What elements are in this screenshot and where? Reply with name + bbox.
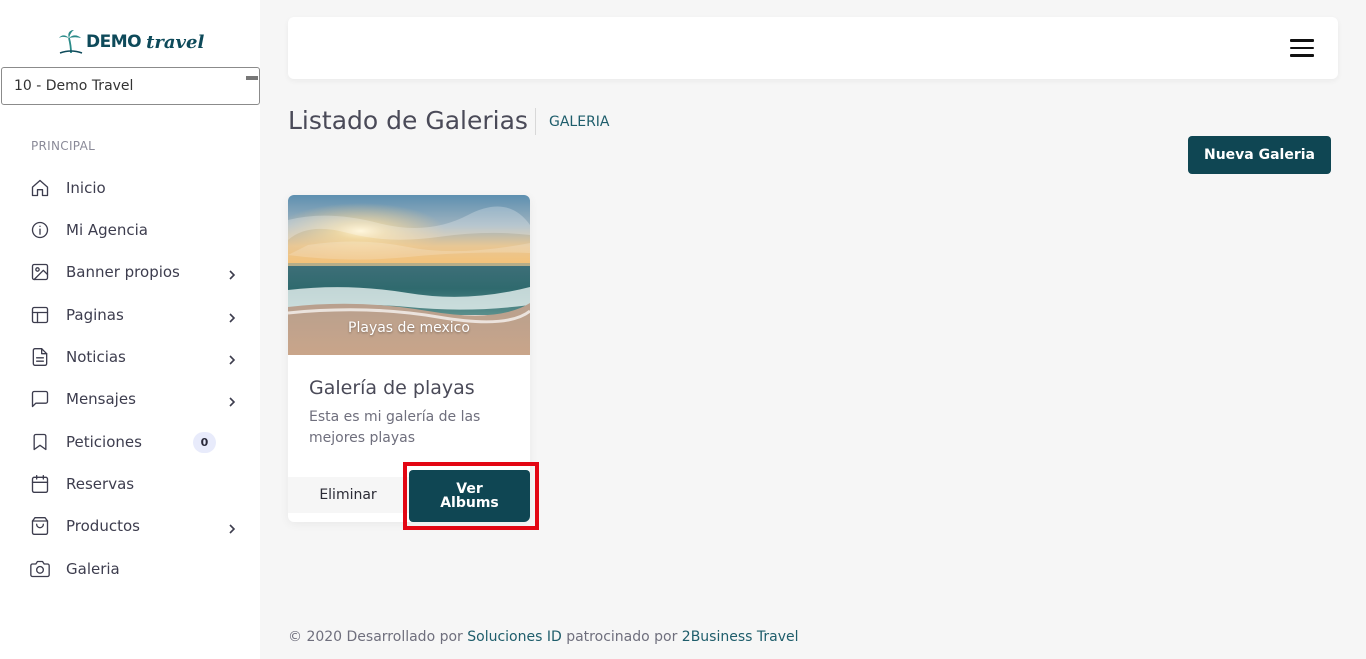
top-bar	[288, 17, 1338, 79]
sidebar-item-label: Galeria	[66, 560, 120, 578]
sidebar-item-label: Noticias	[66, 348, 126, 366]
logo[interactable]: DEMO travel	[58, 28, 204, 56]
message-icon	[30, 389, 50, 409]
chevron-right-icon	[226, 309, 238, 323]
sidebar-item-label: Paginas	[66, 306, 124, 324]
chevron-right-icon	[226, 351, 238, 365]
peticiones-count-badge: 0	[193, 431, 216, 453]
sidebar-item-reservas[interactable]: Reservas	[0, 466, 260, 502]
chevron-right-icon	[226, 393, 238, 407]
gallery-image-caption: Playas de mexico	[348, 320, 470, 336]
sidebar-item-label: Mi Agencia	[66, 221, 149, 239]
sidebar-item-label: Productos	[66, 517, 140, 535]
sidebar-item-mi-agencia[interactable]: Mi Agencia	[0, 212, 260, 248]
image-icon	[30, 262, 50, 282]
delete-gallery-button[interactable]: Eliminar	[288, 477, 408, 513]
footer-middle: patrocinado por	[566, 629, 678, 645]
sidebar-item-inicio[interactable]: Inicio	[0, 170, 260, 206]
brand-script: travel	[146, 31, 205, 53]
footer-link-2business-travel[interactable]: 2Business Travel	[682, 629, 799, 645]
sidebar-item-label: Mensajes	[66, 390, 136, 408]
agency-select-value: 10 - Demo Travel	[14, 78, 134, 94]
sidebar-item-label: Peticiones	[66, 433, 142, 451]
chevron-right-icon	[226, 266, 238, 280]
page-title: Listado de Galerias	[288, 106, 528, 135]
calendar-icon	[30, 474, 50, 494]
home-icon	[30, 178, 50, 198]
view-albums-button[interactable]: Ver Albums	[409, 470, 530, 522]
gallery-cover-image[interactable]: Playas de mexico	[288, 195, 530, 355]
new-gallery-button[interactable]: Nueva Galeria	[1188, 136, 1331, 174]
sidebar-item-mensajes[interactable]: Mensajes	[0, 381, 260, 417]
title-divider	[535, 108, 536, 135]
layout-icon	[30, 305, 50, 325]
sidebar-item-noticias[interactable]: Noticias	[0, 339, 260, 375]
sidebar-item-label: Reservas	[66, 475, 135, 493]
gallery-description: Esta es mi galería de las mejores playas	[309, 409, 481, 446]
select-caret-icon	[246, 76, 258, 80]
footer-link-soluciones-id[interactable]: Soluciones ID	[467, 629, 562, 645]
brand-name: DEMO	[86, 32, 142, 52]
sidebar-item-paginas[interactable]: Paginas	[0, 297, 260, 333]
footer: © 2020 Desarrollado por Soluciones ID pa…	[288, 629, 799, 645]
footer-prefix: © 2020 Desarrollado por	[288, 629, 463, 645]
sidebar: DEMO travel 10 - Demo Travel PRINCIPAL I…	[0, 0, 260, 659]
chevron-right-icon	[226, 520, 238, 534]
agency-select[interactable]: 10 - Demo Travel	[1, 67, 260, 105]
bookmark-icon	[30, 432, 50, 452]
sidebar-item-label: Banner propios	[66, 263, 180, 281]
sidebar-item-label: Inicio	[66, 179, 106, 197]
sidebar-item-productos[interactable]: Productos	[0, 508, 260, 544]
info-icon	[30, 220, 50, 240]
sidebar-item-banner-propios[interactable]: Banner propios	[0, 254, 260, 290]
gallery-title: Galería de playas	[309, 377, 475, 399]
hamburger-menu-icon[interactable]	[1290, 39, 1314, 57]
document-icon	[30, 347, 50, 367]
sidebar-section-label: PRINCIPAL	[31, 139, 96, 153]
palm-tree-icon	[59, 30, 83, 54]
breadcrumb[interactable]: GALERIA	[549, 114, 610, 130]
gallery-card: Playas de mexico Galería de playas Esta …	[288, 195, 530, 522]
shopping-bag-icon	[30, 516, 50, 536]
sidebar-item-galeria[interactable]: Galeria	[0, 551, 260, 587]
sidebar-item-peticiones[interactable]: Peticiones 0	[0, 424, 260, 460]
camera-icon	[30, 559, 50, 579]
